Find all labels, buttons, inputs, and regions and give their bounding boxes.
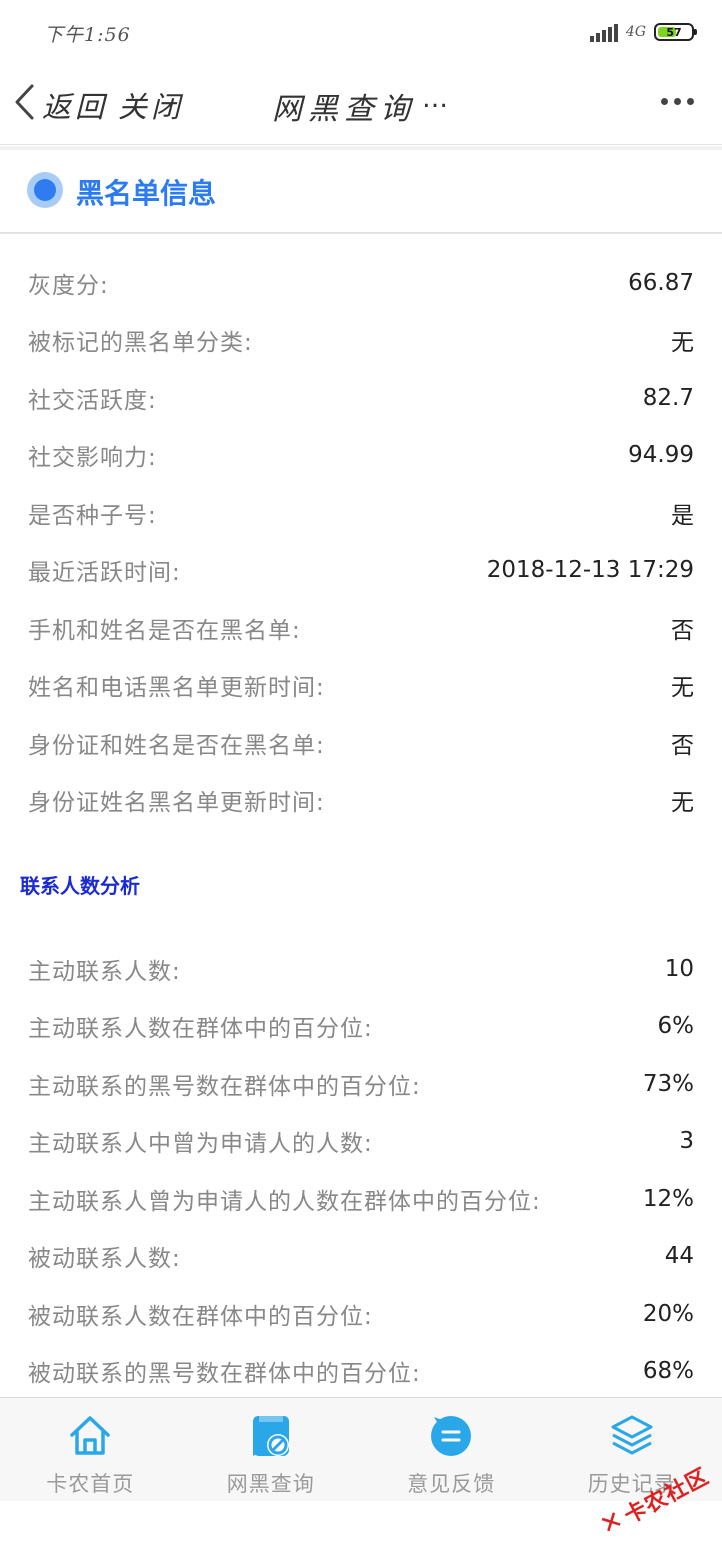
info-label: 主动联系的黑号数在群体中的百分位: (28, 1067, 421, 1101)
info-value: 68% (643, 1358, 694, 1384)
history-layers-icon (608, 1412, 656, 1460)
info-row: 手机和姓名是否在黑名单: 否 (0, 599, 722, 657)
info-row: 主动联系的黑号数在群体中的百分位: 73% (0, 1055, 722, 1113)
info-label: 主动联系人曾为申请人的人数在群体中的百分位: (28, 1182, 541, 1216)
info-value: 无 (671, 668, 694, 702)
tab-home[interactable]: 卡农首页 (0, 1398, 181, 1501)
section-header-blacklist: 黑名单信息 (0, 150, 722, 234)
home-icon (66, 1412, 114, 1460)
network-type: 4G (626, 24, 646, 40)
info-label: 被动联系人数在群体中的百分位: (28, 1297, 373, 1331)
info-label: 被标记的黑名单分类: (28, 323, 253, 357)
info-value: 2018-12-13 17:29 (487, 557, 694, 583)
info-row: 主动联系人数在群体中的百分位: 6% (0, 998, 722, 1056)
info-value: 6% (658, 1013, 695, 1039)
info-row: 社交影响力: 94.99 (0, 427, 722, 485)
more-menu-icon[interactable] (661, 98, 694, 105)
info-label: 姓名和电话黑名单更新时间: (28, 668, 325, 702)
info-row: 是否种子号: 是 (0, 484, 722, 542)
info-value: 66.87 (628, 270, 694, 296)
info-label: 是否种子号: (28, 496, 157, 530)
page-title: 网黑查询 (272, 84, 416, 128)
back-button[interactable]: 返回 (42, 84, 108, 126)
info-row: 主动联系人数: 10 (0, 940, 722, 998)
info-value: 44 (665, 1243, 694, 1269)
info-label: 主动联系人数在群体中的百分位: (28, 1009, 373, 1043)
info-row: 身份证和姓名是否在黑名单: 否 (0, 714, 722, 772)
info-value: 94.99 (628, 442, 694, 468)
info-label: 社交活跃度: (28, 381, 157, 415)
info-row: 被标记的黑名单分类: 无 (0, 312, 722, 370)
info-label: 被动联系人数: (28, 1239, 181, 1273)
feedback-icon (427, 1412, 475, 1460)
bottom-tab-bar: 卡农首页 网黑查询 意见反馈 (0, 1397, 722, 1501)
blacklist-query-icon (247, 1412, 295, 1460)
chevron-left-icon[interactable] (12, 82, 38, 122)
info-value: 12% (643, 1186, 694, 1212)
info-value: 82.7 (643, 385, 694, 411)
info-value: 否 (671, 611, 694, 645)
info-label: 社交影响力: (28, 438, 157, 472)
info-label: 主动联系人数: (28, 952, 181, 986)
info-value: 10 (665, 956, 694, 982)
battery-percent: 57 (666, 26, 681, 39)
info-row: 主动联系人中曾为申请人的人数: 3 (0, 1113, 722, 1171)
info-row: 被动联系的黑号数在群体中的百分位: 68% (0, 1343, 722, 1401)
tab-blacklist-query[interactable]: 网黑查询 (181, 1398, 362, 1501)
info-label: 身份证姓名黑名单更新时间: (28, 783, 325, 817)
info-row: 姓名和电话黑名单更新时间: 无 (0, 657, 722, 715)
info-value: 否 (671, 726, 694, 760)
info-value: 20% (643, 1301, 694, 1327)
section-dot-icon (27, 172, 63, 208)
info-label: 手机和姓名是否在黑名单: (28, 611, 301, 645)
info-label: 灰度分: (28, 266, 109, 300)
tab-label: 网黑查询 (227, 1468, 315, 1498)
info-value: 无 (671, 323, 694, 357)
tab-label: 卡农首页 (46, 1468, 134, 1498)
info-row: 最近活跃时间: 2018-12-13 17:29 (0, 542, 722, 600)
info-row: 主动联系人曾为申请人的人数在群体中的百分位: 12% (0, 1170, 722, 1228)
info-label: 最近活跃时间: (28, 553, 181, 587)
info-row: 社交活跃度: 82.7 (0, 369, 722, 427)
blacklist-info-list: 灰度分: 66.87 被标记的黑名单分类: 无 社交活跃度: 82.7 社交影响力: 9… (0, 254, 722, 829)
nav-bar: 返回 关闭 网黑查询 … (0, 62, 722, 145)
signal-icon (590, 22, 618, 42)
info-label: 主动联系人中曾为申请人的人数: (28, 1124, 373, 1158)
info-label: 身份证和姓名是否在黑名单: (28, 726, 325, 760)
section-title: 黑名单信息 (76, 172, 216, 212)
info-value: 3 (679, 1128, 694, 1154)
status-time: 下午1:56 (44, 20, 131, 47)
info-label: 被动联系的黑号数在群体中的百分位: (28, 1354, 421, 1388)
contacts-info-list: 主动联系人数: 10 主动联系人数在群体中的百分位: 6% 主动联系的黑号数在群体中… (0, 940, 722, 1400)
tab-feedback[interactable]: 意见反馈 (361, 1398, 542, 1501)
title-ellipsis: … (422, 84, 448, 114)
contacts-section-title: 联系人数分析 (20, 870, 140, 899)
close-button[interactable]: 关闭 (118, 84, 184, 126)
info-value: 73% (643, 1071, 694, 1097)
tab-label: 意见反馈 (407, 1468, 495, 1498)
info-row: 被动联系人数在群体中的百分位: 20% (0, 1285, 722, 1343)
status-bar: 下午1:56 4G 57 (0, 0, 722, 62)
battery-icon: 57 (654, 23, 694, 41)
info-value: 无 (671, 783, 694, 817)
info-row: 被动联系人数: 44 (0, 1228, 722, 1286)
info-row: 灰度分: 66.87 (0, 254, 722, 312)
status-indicators: 4G 57 (590, 18, 694, 46)
info-value: 是 (671, 496, 694, 530)
info-row: 身份证姓名黑名单更新时间: 无 (0, 772, 722, 830)
